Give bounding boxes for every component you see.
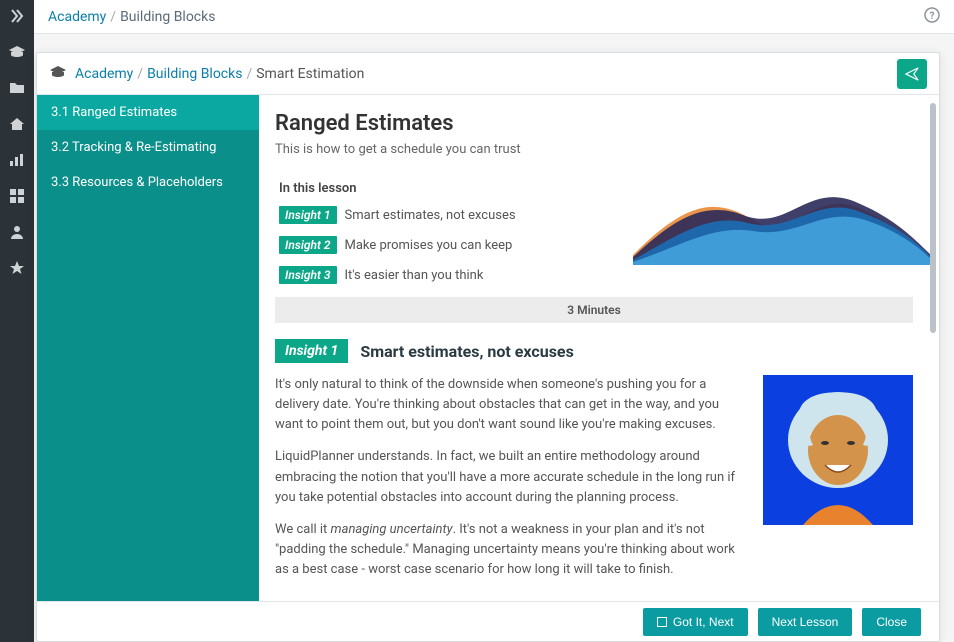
- time-estimate: 3 Minutes: [275, 297, 913, 323]
- home-icon[interactable]: [7, 114, 27, 134]
- insight-preview-2: Insight 2 Make promises you can keep: [279, 236, 913, 254]
- lesson-nav: 3.1 Ranged Estimates 3.2 Tracking & Re-E…: [37, 95, 259, 641]
- page-title: Ranged Estimates: [275, 111, 913, 136]
- modal-breadcrumb: Academy / Building Blocks / Smart Estima…: [37, 53, 939, 95]
- app-sidebar: [0, 0, 34, 642]
- insight-preview-text: Smart estimates, not excuses: [345, 208, 516, 223]
- modal-crumb-building-blocks[interactable]: Building Blocks: [147, 66, 242, 82]
- breadcrumb-building-blocks: Building Blocks: [120, 9, 215, 25]
- section-1-body: It's only natural to think of the downsi…: [275, 375, 913, 592]
- section-1-p1: It's only natural to think of the downsi…: [275, 375, 745, 435]
- lesson-content[interactable]: Ranged Estimates This is how to get a sc…: [259, 95, 939, 641]
- star-icon[interactable]: [7, 258, 27, 278]
- got-it-next-button[interactable]: Got It, Next: [643, 608, 748, 636]
- section-1-text: It's only natural to think of the downsi…: [275, 375, 745, 592]
- user-icon[interactable]: [7, 222, 27, 242]
- checkbox-icon: [657, 617, 667, 627]
- insight-preview-3: Insight 3 It's easier than you think: [279, 266, 913, 284]
- top-breadcrumb: Academy / Building Blocks ?: [34, 0, 954, 34]
- insight-badge: Insight 3: [279, 266, 337, 284]
- section-1-p3: We call it managing uncertainty. It's no…: [275, 520, 745, 580]
- lesson-summary-title: In this lesson: [279, 181, 913, 196]
- chart-icon[interactable]: [7, 150, 27, 170]
- send-button[interactable]: [897, 59, 927, 89]
- svg-text:?: ?: [930, 11, 935, 22]
- close-button[interactable]: Close: [862, 608, 921, 636]
- graduation-cap-icon: [49, 65, 67, 83]
- modal-footer: Got It, Next Next Lesson Close: [37, 601, 939, 641]
- lesson-nav-item-1[interactable]: 3.1 Ranged Estimates: [37, 95, 259, 130]
- page-subtitle: This is how to get a schedule you can tr…: [275, 142, 913, 157]
- lesson-modal: Academy / Building Blocks / Smart Estima…: [36, 52, 940, 642]
- modal-crumb-academy[interactable]: Academy: [75, 66, 133, 82]
- expand-icon[interactable]: [7, 6, 27, 26]
- section-badge: Insight 1: [275, 339, 348, 363]
- insight-preview-text: It's easier than you think: [345, 268, 484, 283]
- section-1-p2: LiquidPlanner understands. In fact, we b…: [275, 447, 745, 507]
- section-1-head: Insight 1 Smart estimates, not excuses: [275, 339, 913, 363]
- section-title: Smart estimates, not excuses: [360, 342, 573, 361]
- folder-icon[interactable]: [7, 78, 27, 98]
- insight-preview-1: Insight 1 Smart estimates, not excuses: [279, 206, 913, 224]
- breadcrumb-academy[interactable]: Academy: [48, 9, 106, 25]
- lesson-nav-item-3[interactable]: 3.3 Resources & Placeholders: [37, 165, 259, 200]
- graduation-cap-icon[interactable]: [7, 42, 27, 62]
- lesson-summary-box: In this lesson Insight 1 Smart estimates…: [275, 175, 913, 285]
- grid-icon[interactable]: [7, 186, 27, 206]
- avatar-illustration: [763, 375, 913, 525]
- scrollbar[interactable]: [930, 103, 936, 333]
- lesson-nav-item-2[interactable]: 3.2 Tracking & Re-Estimating: [37, 130, 259, 165]
- next-lesson-button[interactable]: Next Lesson: [758, 608, 853, 636]
- insight-badge: Insight 2: [279, 236, 337, 254]
- help-icon[interactable]: ?: [924, 7, 940, 27]
- insight-badge: Insight 1: [279, 206, 337, 224]
- modal-body: 3.1 Ranged Estimates 3.2 Tracking & Re-E…: [37, 95, 939, 641]
- modal-crumb-current: Smart Estimation: [256, 66, 364, 82]
- insight-preview-text: Make promises you can keep: [345, 238, 513, 253]
